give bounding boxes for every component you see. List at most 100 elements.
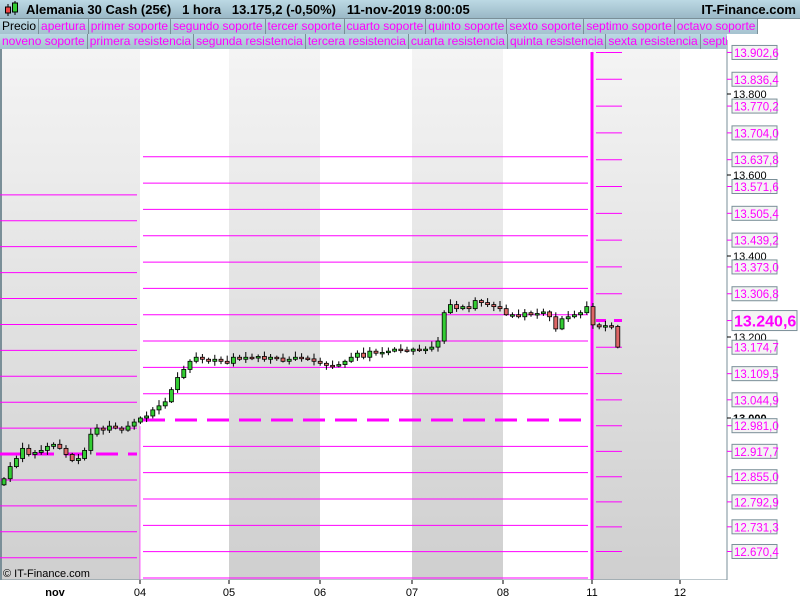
- candle: [168, 387, 174, 404]
- candle-body: [485, 302, 491, 306]
- candle-body: [547, 311, 552, 318]
- level-label: 13.109,5: [734, 369, 779, 381]
- candle-body: [162, 401, 168, 407]
- candle-body: [156, 405, 162, 411]
- candle-body: [107, 425, 112, 431]
- legend-item[interactable]: apertura: [39, 19, 89, 34]
- legend-item[interactable]: primer soporte: [88, 19, 172, 34]
- legend-item[interactable]: noveno soporte: [0, 34, 88, 49]
- level-label: 13.637,8: [734, 155, 779, 167]
- candle-body: [199, 356, 205, 360]
- day-band: [680, 49, 727, 580]
- candle-body: [404, 349, 410, 352]
- candle-body: [528, 312, 534, 316]
- candle-body: [305, 357, 311, 360]
- candle-body: [503, 308, 509, 316]
- candle: [69, 452, 75, 463]
- legend-item[interactable]: quinta resistencia: [507, 34, 607, 49]
- candle-body: [82, 449, 87, 459]
- candle-body: [578, 312, 583, 316]
- price-chart[interactable]: 13.80013.60013.40013.20013.00013.902,613…: [0, 0, 800, 600]
- candle-body: [88, 433, 94, 451]
- candle-body: [603, 325, 608, 328]
- level-label: 12.855,0: [734, 472, 779, 484]
- legend-item[interactable]: segunda resistencia: [194, 34, 306, 49]
- legend-item[interactable]: tercera resistencia: [305, 34, 409, 49]
- candle-body: [125, 425, 131, 431]
- copyright: © IT-Finance.com: [3, 568, 90, 580]
- candle-body: [32, 452, 38, 455]
- candle-body: [466, 306, 472, 310]
- candle-body: [454, 304, 460, 310]
- candle-body: [534, 313, 540, 316]
- x-tick-label: 11: [586, 587, 597, 599]
- legend-item[interactable]: Precio: [0, 19, 40, 34]
- candle-body: [367, 350, 373, 358]
- candle-body: [336, 364, 342, 367]
- legend-item[interactable]: septima resistencia: [700, 34, 727, 49]
- candle-body: [516, 314, 521, 318]
- candle-body: [255, 356, 261, 359]
- candle-body: [392, 348, 398, 352]
- brand-label: IT-Finance.com: [701, 2, 796, 17]
- candle-body: [212, 358, 218, 362]
- legend-item[interactable]: cuarta resistencia: [408, 34, 508, 49]
- candle-body: [553, 316, 559, 330]
- candle-body: [330, 364, 336, 368]
- candle-body: [286, 358, 292, 362]
- candle-body: [150, 409, 156, 417]
- candle-body: [175, 377, 181, 391]
- candle-body: [181, 368, 187, 378]
- legend-item[interactable]: sexto soporte: [507, 19, 585, 34]
- candle-body: [460, 306, 466, 310]
- candle-body: [94, 427, 100, 435]
- candle-body: [522, 312, 528, 318]
- level-label: 13.044,9: [734, 395, 779, 407]
- candle-body: [119, 427, 125, 431]
- candle: [1, 477, 7, 487]
- candle-body: [249, 356, 255, 360]
- candle-body: [311, 358, 317, 362]
- candle-body: [57, 443, 63, 449]
- level-label: 12.670,4: [734, 547, 779, 559]
- candle-body: [416, 348, 422, 352]
- candle-body: [447, 304, 453, 314]
- level-label: 13.306,8: [734, 289, 779, 301]
- candle-body: [26, 447, 32, 455]
- candle-body: [317, 360, 323, 364]
- candle-body: [63, 447, 69, 455]
- candle-body: [100, 427, 106, 431]
- candle-body: [292, 356, 298, 360]
- candle-body: [1, 478, 7, 486]
- candle-body: [559, 318, 565, 330]
- candle-body: [237, 356, 243, 360]
- legend-item[interactable]: cuarto soporte: [344, 19, 427, 34]
- instrument-title: Alemania 30 Cash (25€) 1 hora 13.175,2 (…: [26, 1, 470, 17]
- candle-body: [13, 458, 19, 468]
- candle-body: [342, 360, 348, 365]
- candle-body: [137, 417, 143, 423]
- level-label: 13.571,6: [734, 182, 779, 194]
- candle-body: [423, 348, 429, 352]
- legend-item[interactable]: primera resistencia: [87, 34, 195, 49]
- candle-body: [76, 458, 81, 461]
- level-label: 13.704,0: [734, 128, 779, 140]
- candle-body: [38, 449, 44, 453]
- legend-item[interactable]: segundo soporte: [171, 19, 266, 34]
- level-label: 13.836,4: [734, 75, 779, 87]
- candle-body: [69, 454, 75, 461]
- candle-body: [144, 415, 150, 419]
- legend-item[interactable]: quinto soporte: [426, 19, 508, 34]
- x-tick-label: 06: [314, 587, 326, 599]
- candle-body: [429, 346, 435, 350]
- candle-body: [497, 306, 503, 310]
- legend-item[interactable]: tercer soporte: [265, 19, 345, 34]
- x-tick-label: 07: [406, 587, 418, 599]
- x-tick-label: nov: [45, 587, 65, 599]
- x-tick-label: 05: [223, 587, 235, 599]
- candle-body: [274, 356, 280, 360]
- candle-body: [478, 300, 484, 303]
- legend-item[interactable]: septimo soporte: [584, 19, 675, 34]
- legend-item[interactable]: sexta resistencia: [606, 34, 701, 49]
- legend-item[interactable]: octavo soporte: [674, 19, 759, 34]
